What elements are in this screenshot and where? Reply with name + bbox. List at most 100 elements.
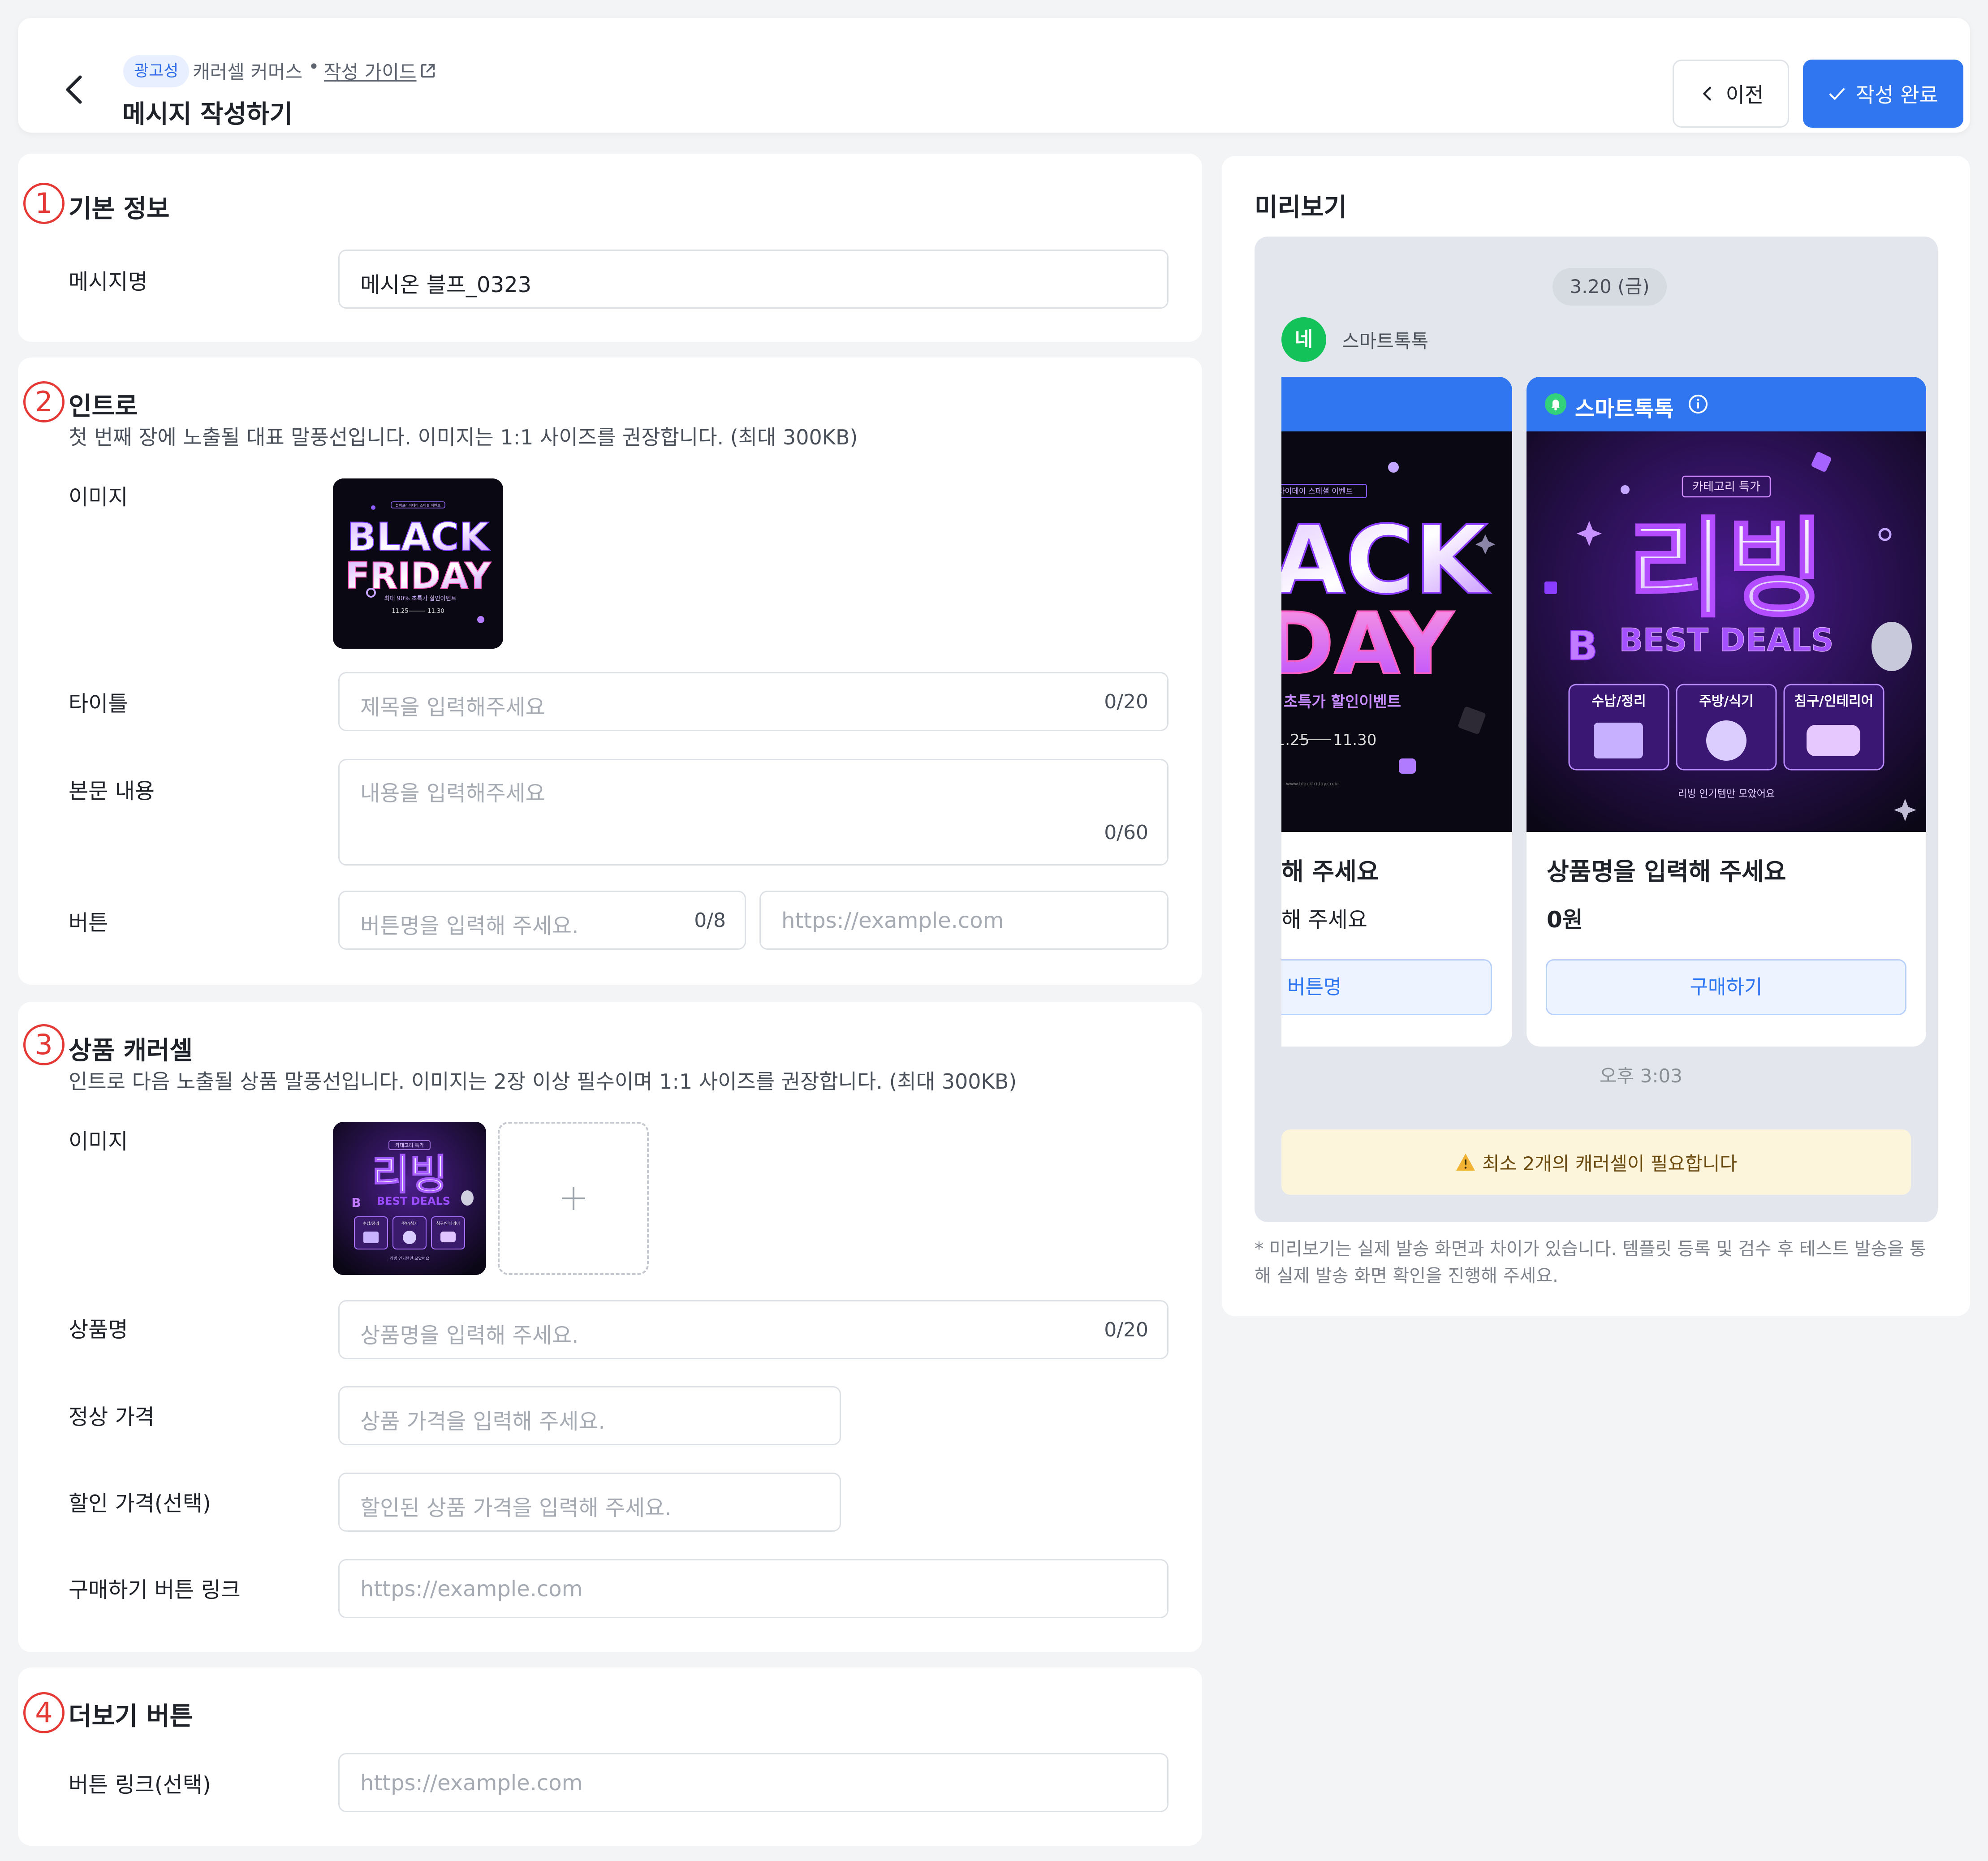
intro-title-input[interactable]: 제목을 입력해주세요 0/20 — [338, 672, 1169, 731]
carousel-warning-text: 최소 2개의 캐러셀이 필요합니다 — [1482, 1152, 1738, 1175]
carousel-image-thumbnail[interactable]: 카테고리 특가 리빙 B BEST DEALS 수납/정리 주방/식기 침구/인… — [333, 1122, 486, 1275]
intro-image-thumbnail[interactable]: 블랙프라이데이 스페셜 이벤트 BLACK FRIDAY 최대 90% 초특가 … — [333, 478, 503, 649]
chat-date-chip: 3.20 (금) — [1552, 268, 1667, 306]
title-label: 타이틀 — [69, 691, 128, 716]
intro-bubble-button-label: 버튼명 — [1287, 976, 1342, 999]
bf-thumb-date-end: 11.30 — [427, 608, 444, 615]
sender-avatar: 네 — [1281, 317, 1326, 362]
more-button-section: 4 더보기 버튼 버튼 링크(선택) https://example.com — [18, 1667, 1202, 1846]
living-thumb-title: 리빙 — [371, 1151, 447, 1199]
living-thumb-best-deals: BEST DEALS — [377, 1195, 450, 1207]
bf-thumb-date-start: 11.25 — [392, 608, 408, 615]
living-preview-footer: 리빙 인기템만 모았어요 — [1678, 788, 1775, 800]
intro-body-textarea[interactable]: 내용을 입력해주세요 0/60 — [338, 759, 1169, 866]
sale-price-input[interactable]: 할인된 상품 가격을 입력해 주세요. — [338, 1473, 841, 1532]
bf-preview-tagline: 초특가 할인이벤트 — [1284, 693, 1401, 711]
image-label: 이미지 — [69, 485, 128, 510]
product-bubble[interactable]: 스마트톡톡 카테고리 특가 리빙 B BEST DEALS 수납/정리 주방/식… — [1527, 377, 1926, 1047]
living-thumb-letter: B — [351, 1195, 361, 1210]
product-name-input[interactable]: 상품명을 입력해 주세요. 0/20 — [338, 1300, 1169, 1359]
regular-price-input[interactable]: 상품 가격을 입력해 주세요. — [338, 1386, 841, 1445]
regular-price-label: 정상 가격 — [69, 1404, 155, 1430]
product-name-placeholder: 상품명을 입력해 주세요. — [360, 1323, 579, 1348]
intro-title-counter: 0/20 — [1104, 690, 1148, 713]
section-title: 기본 정보 — [69, 194, 170, 224]
intro-button-name-input[interactable]: 버튼명을 입력해 주세요. 0/8 — [338, 891, 746, 950]
preview-title: 미리보기 — [1255, 193, 1347, 222]
buy-link-label: 구매하기 버튼 링크 — [69, 1577, 241, 1603]
product-name-counter: 0/20 — [1104, 1318, 1148, 1341]
external-link-icon[interactable] — [419, 62, 437, 80]
buy-button-label: 구매하기 — [1690, 976, 1763, 999]
intro-body-placeholder: 내용을 입력해주세요 — [360, 781, 545, 806]
intro-button-url-placeholder: https://example.com — [781, 908, 1004, 933]
message-name-input[interactable]: 메시온 블프_0323 — [338, 250, 1169, 309]
message-name-value: 메시온 블프_0323 — [360, 272, 532, 297]
message-name-label: 메시지명 — [69, 269, 148, 294]
living-preview-image: 카테고리 특가 리빙 B BEST DEALS 수납/정리 주방/식기 침구/인… — [1527, 431, 1926, 832]
complete-button[interactable]: 작성 완료 — [1803, 60, 1963, 128]
living-preview-badge: 카테고리 특가 — [1692, 480, 1760, 494]
intro-button-url-input[interactable]: https://example.com — [759, 891, 1169, 950]
section-title: 더보기 버튼 — [69, 1702, 193, 1731]
separator-dot: • — [308, 56, 319, 78]
bf-preview-date-end: 11.30 — [1333, 731, 1376, 749]
intro-body-counter: 0/60 — [1104, 821, 1148, 844]
preview-panel: 미리보기 3.20 (금) 네 스마트톡톡 이데이 스페셜 이벤트 ACK DA… — [1222, 156, 1970, 1316]
living-thumb-cat1: 수납/정리 — [363, 1221, 379, 1226]
section-number-4: 4 — [23, 1692, 65, 1733]
button-link-label: 버튼 링크(선택) — [69, 1772, 211, 1797]
intro-bubble[interactable]: 블랙프라이데이 스페셜 이벤트 ACK DAY 초특가 할인이벤트 11.25 … — [1281, 377, 1512, 1047]
bf-preview-site: www.blackfriday.co.kr — [1286, 781, 1340, 787]
ad-badge: 광고성 — [123, 55, 190, 87]
plus-icon — [561, 1187, 585, 1210]
intro-title-placeholder: 제목을 입력해주세요 — [360, 695, 545, 720]
previous-button-label: 이전 — [1725, 83, 1764, 107]
check-icon — [1829, 88, 1845, 100]
living-thumbnail-image: 카테고리 특가 리빙 B BEST DEALS 수납/정리 주방/식기 침구/인… — [333, 1122, 486, 1275]
living-preview-cat3: 침구/인테리어 — [1794, 694, 1874, 709]
message-type-label: 캐러셀 커머스 — [193, 61, 303, 83]
complete-button-label: 작성 완료 — [1856, 83, 1938, 107]
page-title: 메시지 작성하기 — [122, 100, 293, 129]
living-preview-letter: B — [1567, 623, 1598, 670]
writing-guide-link[interactable]: 작성 가이드 — [324, 57, 417, 84]
section-title: 인트로 — [69, 392, 138, 421]
intro-bubble-button[interactable]: 버튼명 — [1281, 959, 1492, 1015]
chevron-left-icon — [66, 75, 82, 104]
add-image-slot[interactable] — [498, 1122, 649, 1275]
product-bubble-price: 0원 — [1547, 907, 1583, 933]
page: 광고성 캐러셀 커머스 • 작성 가이드 메시지 작성하기 이전 작성 완료 1… — [0, 0, 1988, 1861]
living-preview-title: 리빙 — [1627, 506, 1825, 632]
regular-price-placeholder: 상품 가격을 입력해 주세요. — [360, 1409, 605, 1434]
product-name-label: 상품명 — [69, 1317, 128, 1342]
more-button-link-input[interactable]: https://example.com — [338, 1753, 1169, 1812]
buy-link-input[interactable]: https://example.com — [338, 1559, 1169, 1618]
buy-button[interactable]: 구매하기 — [1546, 959, 1906, 1015]
more-button-link-placeholder: https://example.com — [360, 1771, 583, 1796]
sale-price-label: 할인 가격(선택) — [69, 1491, 211, 1516]
bell-icon — [1545, 393, 1566, 415]
previous-button[interactable]: 이전 — [1673, 60, 1789, 128]
intro-section: 2 인트로 첫 번째 장에 노출될 대표 말풍선입니다. 이미지는 1:1 사이… — [18, 358, 1202, 985]
preview-chat-area[interactable]: 3.20 (금) 네 스마트톡톡 이데이 스페셜 이벤트 ACK DAY 초특가… — [1255, 237, 1938, 1222]
section-description: 첫 번째 장에 노출될 대표 말풍선입니다. 이미지는 1:1 사이즈를 권장합… — [69, 425, 858, 449]
button-label: 버튼 — [69, 910, 108, 935]
back-button[interactable] — [60, 72, 87, 116]
image-label: 이미지 — [69, 1129, 128, 1154]
black-friday-thumbnail-image: 블랙프라이데이 스페셜 이벤트 BLACK FRIDAY 최대 90% 초특가 … — [333, 478, 503, 649]
bf-thumb-badge: 블랙프라이데이 스페셜 이벤트 — [396, 503, 441, 508]
intro-bubble-body: 해 주세요 — [1281, 907, 1367, 932]
warning-icon — [1456, 1153, 1475, 1171]
bf-preview-badge: 블랙프라이데이 스페셜 이벤트 — [1281, 487, 1353, 496]
buy-link-placeholder: https://example.com — [360, 1577, 583, 1602]
intro-bubble-header — [1281, 377, 1512, 431]
bf-thumb-tagline: 최대 90% 초특가 할인이벤트 — [384, 595, 457, 602]
intro-button-name-counter: 0/8 — [694, 909, 726, 932]
info-icon[interactable] — [1688, 394, 1708, 414]
product-bubble-name: 상품명을 입력해 주세요 — [1547, 857, 1786, 886]
living-preview-best-deals: BEST DEALS — [1619, 622, 1834, 659]
living-thumb-cat2: 주방/식기 — [401, 1221, 418, 1226]
living-preview-cat1: 수납/정리 — [1591, 694, 1646, 709]
body-label: 본문 내용 — [69, 779, 155, 804]
